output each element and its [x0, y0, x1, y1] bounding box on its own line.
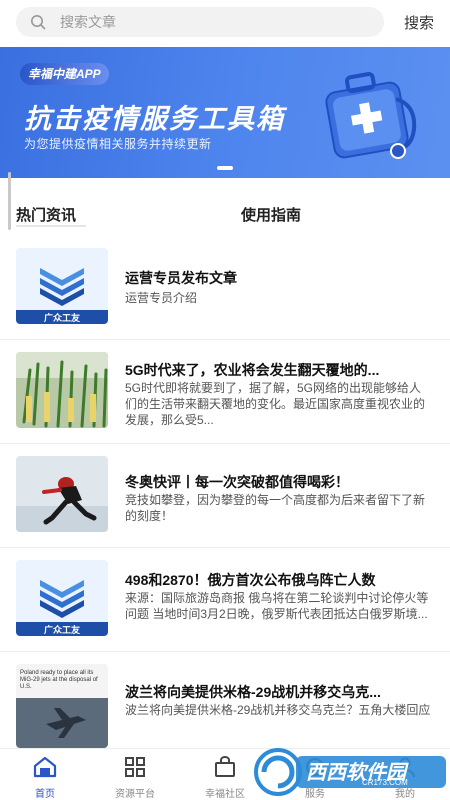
grid-icon: [125, 757, 145, 777]
news-item[interactable]: 5G时代来了，农业将会发生翻天覆地的... 5G时代即将就要到了，据了解，5G网…: [0, 340, 450, 444]
search-placeholder: 搜索文章: [60, 14, 116, 30]
news-desc: 5G时代即将就要到了，据了解，5G网络的出现能够给人们的生活带来翻天覆地的变化。…: [125, 381, 426, 427]
banner-title: 抗击疫情服务工具箱: [24, 104, 285, 134]
search-bar: 搜索文章 搜索: [0, 0, 450, 44]
news-title: 冬奥快评丨每一次突破都值得喝彩！: [125, 474, 349, 490]
news-item[interactable]: Poland ready to place all its MiG-29 jet…: [0, 652, 450, 748]
search-icon: [31, 15, 46, 30]
banner-subtitle: 为您提供疫情相关服务并持续更新: [24, 137, 212, 151]
news-title: 5G时代来了，农业将会发生翻天覆地的...: [125, 362, 380, 378]
news-desc: 波兰将向美提供米格-29战机并移交乌克兰？五角大楼回应: [125, 703, 431, 717]
nav-home[interactable]: 首页: [0, 749, 90, 800]
tab-underline: [16, 225, 86, 227]
news-thumbnail: Poland ready to place all its MiG-29 jet…: [16, 664, 108, 748]
search-button[interactable]: 搜索: [404, 12, 434, 33]
home-icon: [33, 756, 57, 778]
thumbnail-label: 广众工友: [43, 625, 80, 635]
news-title: 498和2870！俄方首次公布俄乌阵亡人数: [125, 572, 376, 588]
nav-resources-label: 资源平台: [115, 789, 155, 800]
news-desc: 运营专员介绍: [125, 291, 198, 305]
news-item[interactable]: 广众工友 运营专员发布文章 运营专员介绍: [0, 236, 450, 340]
banner-tag: 幸福中建APP: [20, 63, 109, 85]
news-thumbnail: 广众工友: [16, 248, 108, 324]
news-desc: 来源：国际旅游岛商报 俄乌将在第二轮谈判中讨论停火等问题 当地时间3月2日晚，俄…: [125, 591, 429, 621]
news-thumbnail: [16, 456, 108, 532]
search-input[interactable]: 搜索文章: [16, 7, 384, 37]
news-title: 运营专员发布文章: [125, 270, 237, 286]
news-item[interactable]: 冬奥快评丨每一次突破都值得喝彩！ 竞技如攀登，因为攀登的每一个高度都为后来者留下…: [0, 444, 450, 548]
news-thumbnail: [16, 352, 108, 428]
indicator-dot: [217, 166, 233, 170]
news-title: 波兰将向美提供米格-29战机并移交乌克...: [125, 684, 381, 700]
site-watermark: 西西软件园 CR173.COM: [250, 742, 450, 800]
content-tabs: 热门资讯 使用指南: [0, 196, 450, 232]
nav-home-label: 首页: [35, 789, 55, 800]
nav-resources[interactable]: 资源平台: [90, 749, 180, 800]
tab-user-guide[interactable]: 使用指南: [241, 204, 301, 225]
bag-icon: [215, 756, 235, 777]
watermark-sub: CR173.COM: [362, 778, 408, 787]
banner-indicator: [0, 166, 450, 170]
news-item[interactable]: 广众工友 498和2870！俄方首次公布俄乌阵亡人数 来源：国际旅游岛商报 俄乌…: [0, 548, 450, 652]
news-thumbnail: 广众工友: [16, 560, 108, 636]
promo-banner[interactable]: 幸福中建APP 抗击疫情服务工具箱 为您提供疫情相关服务并持续更新: [0, 47, 450, 178]
news-desc: 竞技如攀登，因为攀登的每一个高度都为后来者留下了新的刻度！: [125, 493, 426, 523]
tab-hot-news[interactable]: 热门资讯: [16, 204, 76, 225]
medical-kit-icon: [325, 72, 417, 159]
thumbnail-label: 广众工友: [43, 313, 80, 323]
